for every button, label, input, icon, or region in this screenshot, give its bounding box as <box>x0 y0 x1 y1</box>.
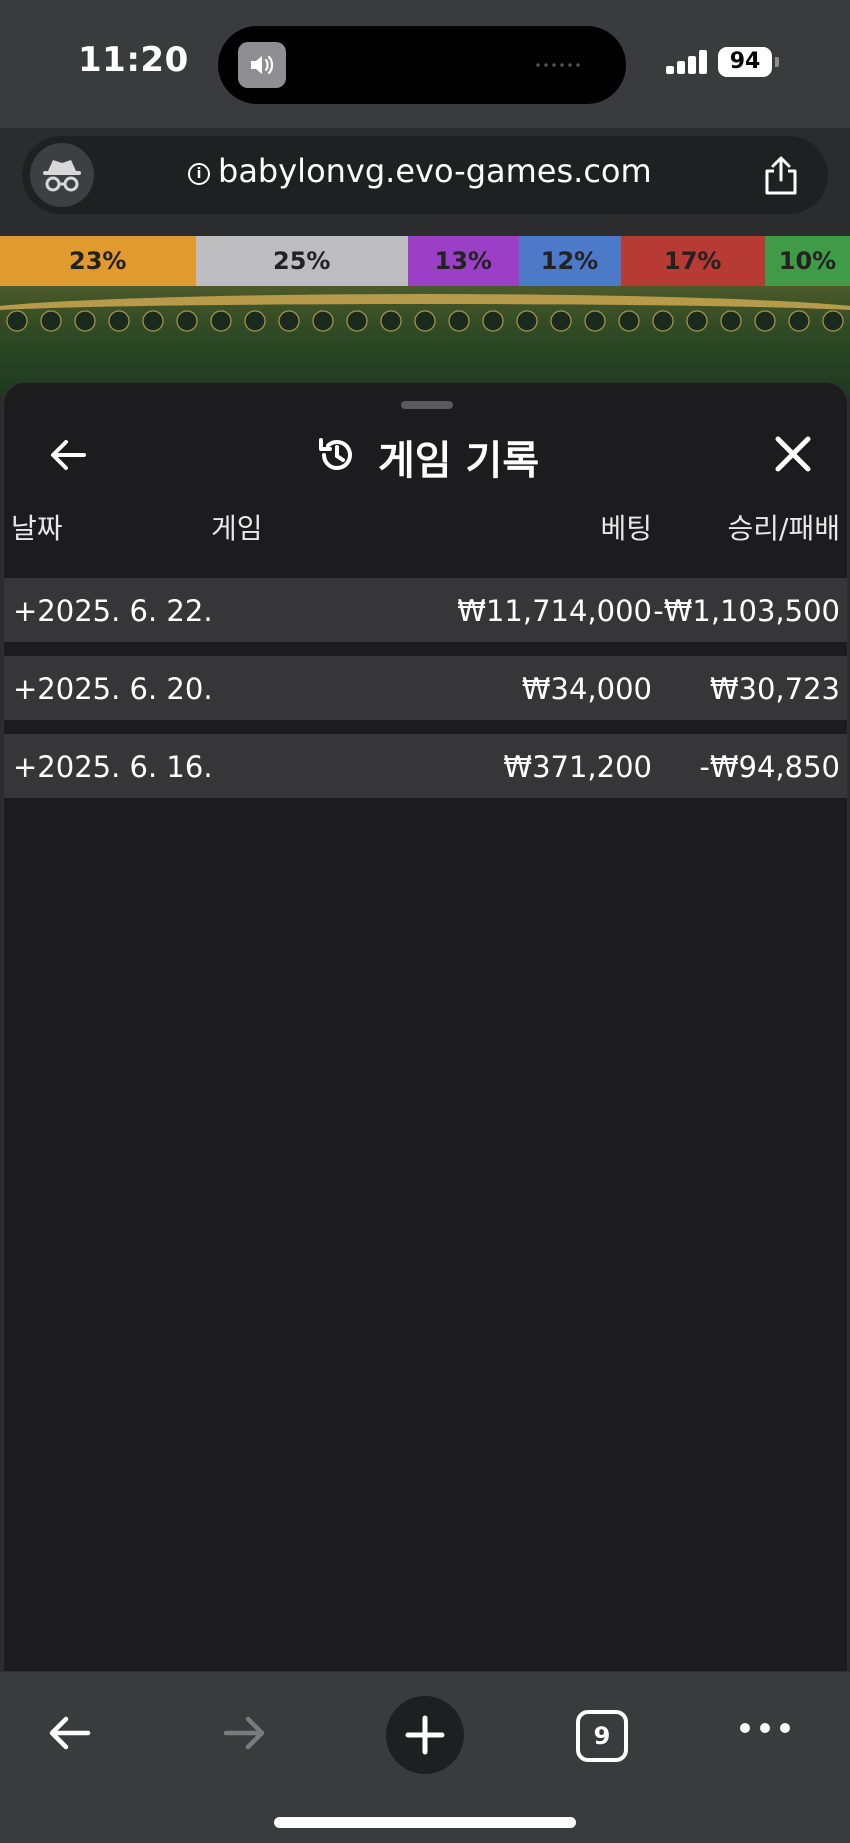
history-row[interactable]: +2025. 6. 16. ₩371,200 -₩94,850 <box>4 734 847 798</box>
row-date: +2025. 6. 16. <box>13 750 213 784</box>
percentage-segment: 17% <box>620 236 765 286</box>
url-label: babylonvg.evo-games.com <box>218 152 652 190</box>
dynamic-island <box>218 26 626 104</box>
percentage-segment: 12% <box>518 236 621 286</box>
back-arrow-icon[interactable] <box>44 431 92 479</box>
history-row[interactable]: +2025. 6. 22. ₩11,714,000 -₩1,103,500 <box>4 578 847 642</box>
percentage-segment: 10% <box>765 236 850 286</box>
result-percentage-bar: 23% 25% 13% 12% 17% 10% <box>0 236 850 286</box>
back-arrow-icon[interactable] <box>42 1706 96 1764</box>
game-table-background <box>0 286 850 396</box>
volume-icon <box>238 42 286 88</box>
row-win-loss: -₩94,850 <box>699 750 840 784</box>
panel-title: 게임 기록 <box>378 438 540 484</box>
incognito-icon[interactable] <box>30 143 94 207</box>
row-date: +2025. 6. 22. <box>13 594 213 628</box>
home-indicator <box>274 1817 576 1828</box>
column-header-game: 게임 <box>211 512 263 545</box>
screen: 11:20 94 i babylonvg.evo-games.com 23% 2… <box>0 0 850 1843</box>
address-bar[interactable]: i babylonvg.evo-games.com <box>22 136 828 214</box>
new-tab-button[interactable] <box>386 1696 464 1774</box>
plus-icon <box>405 1715 445 1755</box>
share-icon[interactable] <box>762 154 800 200</box>
game-history-panel: 게임 기록 날짜 게임 베팅 승리/패배 +2025. 6. 22. ₩11,7… <box>3 382 848 1672</box>
battery-icon: 94 <box>718 47 779 77</box>
column-header-date: 날짜 <box>11 512 63 545</box>
history-row[interactable]: +2025. 6. 20. ₩34,000 ₩30,723 <box>4 656 847 720</box>
column-header-bet: 베팅 <box>600 512 652 545</box>
tabs-icon[interactable]: 9 <box>576 1710 628 1762</box>
info-icon[interactable]: i <box>188 163 210 185</box>
percentage-segment: 23% <box>0 236 196 286</box>
status-time: 11:20 <box>78 40 189 80</box>
row-bet: ₩11,714,000 <box>457 594 652 628</box>
history-icon <box>316 434 358 480</box>
panel-header: 게임 기록 <box>316 429 539 485</box>
status-bar: 11:20 94 <box>0 0 850 128</box>
signal-icon <box>666 50 708 74</box>
percentage-segment: 13% <box>408 236 519 286</box>
column-header-win-loss: 승리/패배 <box>727 512 840 545</box>
row-win-loss: ₩30,723 <box>709 672 840 706</box>
close-icon[interactable] <box>768 429 818 479</box>
island-indicator <box>534 62 582 68</box>
url-text[interactable]: i babylonvg.evo-games.com <box>188 152 652 190</box>
percentage-segment: 25% <box>195 236 408 286</box>
sheet-grabber[interactable] <box>401 401 453 409</box>
row-win-loss: -₩1,103,500 <box>653 594 840 628</box>
row-date: +2025. 6. 20. <box>13 672 213 706</box>
row-bet: ₩34,000 <box>521 672 652 706</box>
more-icon[interactable] <box>738 1718 792 1742</box>
row-bet: ₩371,200 <box>503 750 652 784</box>
forward-arrow-icon[interactable] <box>218 1706 272 1764</box>
